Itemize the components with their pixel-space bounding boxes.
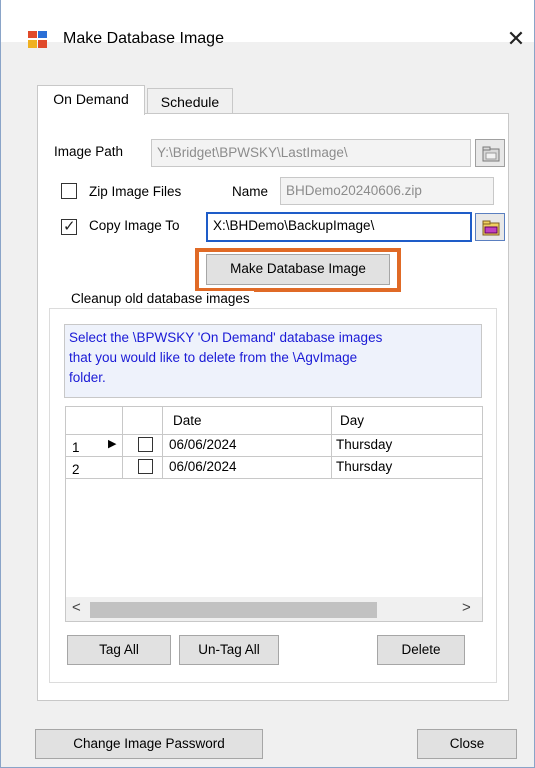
cleanup-instructions: Select the \BPWSKY 'On Demand' database …: [64, 324, 482, 398]
copy-image-to-field[interactable]: X:\BHDemo\BackupImage\: [206, 212, 472, 242]
title-bar[interactable]: Make Database Image ✕: [1, 0, 534, 51]
copy-image-to-label: Copy Image To: [89, 218, 180, 233]
tab-label: Schedule: [160, 94, 220, 110]
close-button[interactable]: Close: [417, 729, 517, 759]
day-column-header[interactable]: Day: [332, 407, 482, 435]
browse-folder-icon: [482, 220, 500, 236]
instruction-line: folder.: [69, 370, 106, 385]
scroll-right-arrow-icon[interactable]: >: [462, 599, 471, 616]
day-cell[interactable]: Thursday: [332, 457, 482, 479]
column-header-label: Date: [173, 413, 202, 428]
scrollbar-thumb[interactable]: [90, 602, 377, 618]
row-header[interactable]: 1 ▶: [66, 435, 123, 457]
tag-all-button[interactable]: Tag All: [67, 635, 171, 665]
database-images-grid[interactable]: Date Day 1 ▶ 06/06/2024 Thursday 2 06/06…: [65, 406, 483, 622]
row-header-corner: [66, 407, 123, 435]
dialog-window: Make Database Image ✕ On Demand Schedule…: [0, 0, 535, 768]
tab-label: On Demand: [53, 91, 129, 107]
row-tag-cell[interactable]: [123, 457, 163, 479]
copy-image-browse-button[interactable]: [475, 213, 505, 241]
date-column-header[interactable]: Date: [163, 407, 332, 435]
browse-folder-icon: [482, 146, 500, 162]
cleanup-group-title: Cleanup old database images: [67, 291, 254, 306]
close-icon[interactable]: ✕: [499, 25, 533, 55]
app-icon: [28, 31, 47, 48]
row-number: 1: [72, 440, 80, 455]
copy-image-to-checkbox[interactable]: ✓: [61, 218, 77, 235]
checkbox-column-header: [123, 407, 163, 435]
row-tag-checkbox[interactable]: [138, 437, 153, 452]
zip-image-files-label: Zip Image Files: [89, 184, 182, 199]
un-tag-all-button[interactable]: Un-Tag All: [179, 635, 279, 665]
date-cell[interactable]: 06/06/2024: [163, 457, 332, 479]
name-field[interactable]: BHDemo20240606.zip: [280, 177, 494, 205]
checkmark-icon: ✓: [63, 218, 76, 235]
tab-on-demand[interactable]: On Demand: [37, 85, 145, 115]
scroll-left-arrow-icon[interactable]: <: [72, 599, 81, 616]
row-tag-cell[interactable]: [123, 435, 163, 457]
current-row-arrow-icon: ▶: [108, 438, 117, 450]
window-title: Make Database Image: [63, 30, 224, 47]
image-path-field[interactable]: Y:\Bridget\BPWSKY\LastImage\: [151, 139, 471, 167]
change-image-password-button[interactable]: Change Image Password: [35, 729, 263, 759]
row-tag-checkbox[interactable]: [138, 459, 153, 474]
image-path-label: Image Path: [54, 144, 124, 159]
row-number: 2: [72, 462, 80, 477]
image-path-browse-button[interactable]: [475, 139, 505, 167]
row-header[interactable]: 2: [66, 457, 123, 479]
horizontal-scrollbar[interactable]: < >: [66, 597, 482, 621]
day-cell[interactable]: Thursday: [332, 435, 482, 457]
make-database-image-button[interactable]: Make Database Image: [206, 254, 390, 285]
delete-button[interactable]: Delete: [377, 635, 465, 665]
tab-schedule[interactable]: Schedule: [147, 88, 233, 114]
zip-image-files-checkbox[interactable]: [61, 183, 77, 199]
name-label: Name: [232, 184, 269, 199]
instruction-line: Select the \BPWSKY 'On Demand' database …: [69, 330, 383, 345]
instruction-line: that you would like to delete from the \…: [69, 350, 358, 365]
column-header-label: Day: [340, 413, 365, 428]
date-cell[interactable]: 06/06/2024: [163, 435, 332, 457]
